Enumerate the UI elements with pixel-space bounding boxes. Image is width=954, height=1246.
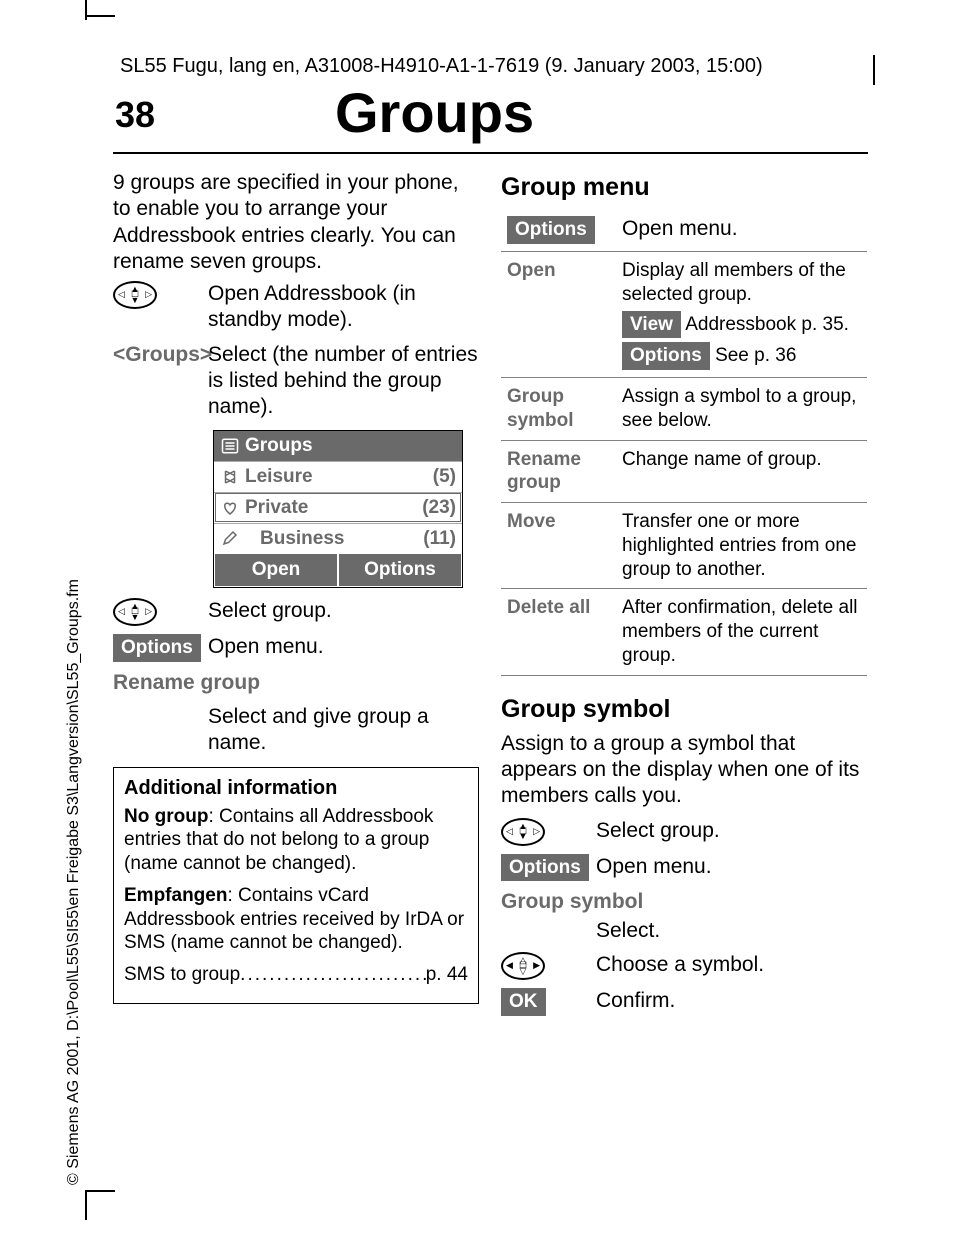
- options-key: Options: [113, 634, 201, 662]
- heart-icon: [220, 499, 240, 517]
- empfangen-lead: Empfangen: [124, 885, 227, 906]
- page-title: Groups: [335, 80, 534, 145]
- nav-key-icon: ▲▼◁▷☐: [113, 281, 157, 309]
- no-group-lead: No group: [124, 806, 208, 827]
- group-menu-table: Options Open menu. Open Display all memb…: [501, 209, 867, 675]
- options-body: See p. 36: [715, 345, 796, 366]
- options-key: Options: [622, 342, 710, 370]
- group-symbol-label: Group symbol: [501, 889, 867, 915]
- nav-key-icon: ▲▼◁▷☐: [113, 598, 157, 626]
- delete-all-body: After confirmation, delete all members o…: [616, 589, 867, 675]
- sms-label: SMS to group: [124, 963, 240, 987]
- info-box: Additional information No group: Contain…: [113, 767, 479, 1004]
- rename-body: Change name of group.: [616, 440, 867, 503]
- list-item: Private (23): [214, 492, 462, 523]
- confirm-text: Confirm.: [596, 988, 867, 1014]
- left-column: 9 groups are specified in your phone, to…: [113, 170, 479, 1024]
- ok-key: OK: [501, 988, 546, 1016]
- pen-icon: [220, 529, 240, 547]
- info-title: Additional information: [124, 776, 468, 801]
- select-group-text: Select group.: [208, 598, 479, 624]
- groups-tag: <Groups>: [113, 342, 212, 368]
- group-symbol-label: Group symbol: [501, 378, 616, 441]
- sms-page: p. 44: [426, 963, 468, 987]
- move-body: Transfer one or more highlighted entries…: [616, 503, 867, 589]
- open-label: Open: [501, 252, 616, 378]
- gs-select: Select.: [596, 918, 867, 944]
- select-number-text: Select (the number of entries is listed …: [208, 342, 479, 421]
- page-number: 38: [115, 94, 155, 136]
- nav-key-icon: △▽◀▶☐: [501, 952, 545, 980]
- rename-group-body: Select and give group a name.: [208, 704, 479, 757]
- row-name: Business: [245, 527, 418, 551]
- open-body: Display all members of the selected grou…: [622, 259, 861, 307]
- list-item: Business (11): [214, 523, 462, 554]
- row-count: (23): [422, 496, 456, 520]
- doc-header: SL55 Fugu, lang en, A31008-H4910-A1-1-76…: [120, 55, 763, 78]
- open-menu-text: Open menu.: [616, 209, 867, 251]
- title-rule: [113, 152, 868, 154]
- row-name: Private: [245, 496, 417, 520]
- row-count: (11): [423, 527, 456, 551]
- open-menu-text: Open menu.: [596, 854, 867, 880]
- options-key: Options: [507, 216, 595, 244]
- group-symbol-intro: Assign to a group a symbol that appears …: [501, 731, 867, 810]
- softkey-open: Open: [214, 553, 338, 587]
- rename-label: Rename group: [501, 440, 616, 503]
- move-label: Move: [501, 503, 616, 589]
- leisure-icon: [220, 468, 240, 486]
- view-key: View: [622, 311, 681, 339]
- group-symbol-body: Assign a symbol to a group, see below.: [616, 378, 867, 441]
- screen-title: Groups: [245, 434, 313, 458]
- nav-key-icon: ▲▼◁▷☐: [501, 818, 545, 846]
- softkey-options: Options: [338, 553, 462, 587]
- intro-text: 9 groups are specified in your phone, to…: [113, 170, 479, 275]
- group-menu-heading: Group menu: [501, 172, 867, 203]
- choose-symbol-text: Choose a symbol.: [596, 952, 867, 978]
- rename-group-label: Rename group: [113, 670, 479, 696]
- select-group-text: Select group.: [596, 818, 867, 844]
- view-body: Addressbook p. 35.: [685, 314, 849, 335]
- open-menu-text: Open menu.: [208, 634, 479, 660]
- open-addressbook-text: Open Addressbook (in standby mode).: [208, 281, 479, 334]
- row-count: (5): [433, 465, 456, 489]
- copyright: © Siemens AG 2001, D:\Pool\L55\SI55\en F…: [65, 579, 83, 1185]
- list-item: Leisure (5): [214, 461, 462, 492]
- group-symbol-heading: Group symbol: [501, 694, 867, 725]
- delete-all-label: Delete all: [501, 589, 616, 675]
- list-icon: [220, 437, 240, 455]
- row-name: Leisure: [245, 465, 428, 489]
- phone-screen: Groups Leisure (5) Private (23) Business…: [213, 430, 463, 588]
- options-key: Options: [501, 854, 589, 882]
- right-column: Group menu Options Open menu. Open Displ…: [501, 170, 867, 1024]
